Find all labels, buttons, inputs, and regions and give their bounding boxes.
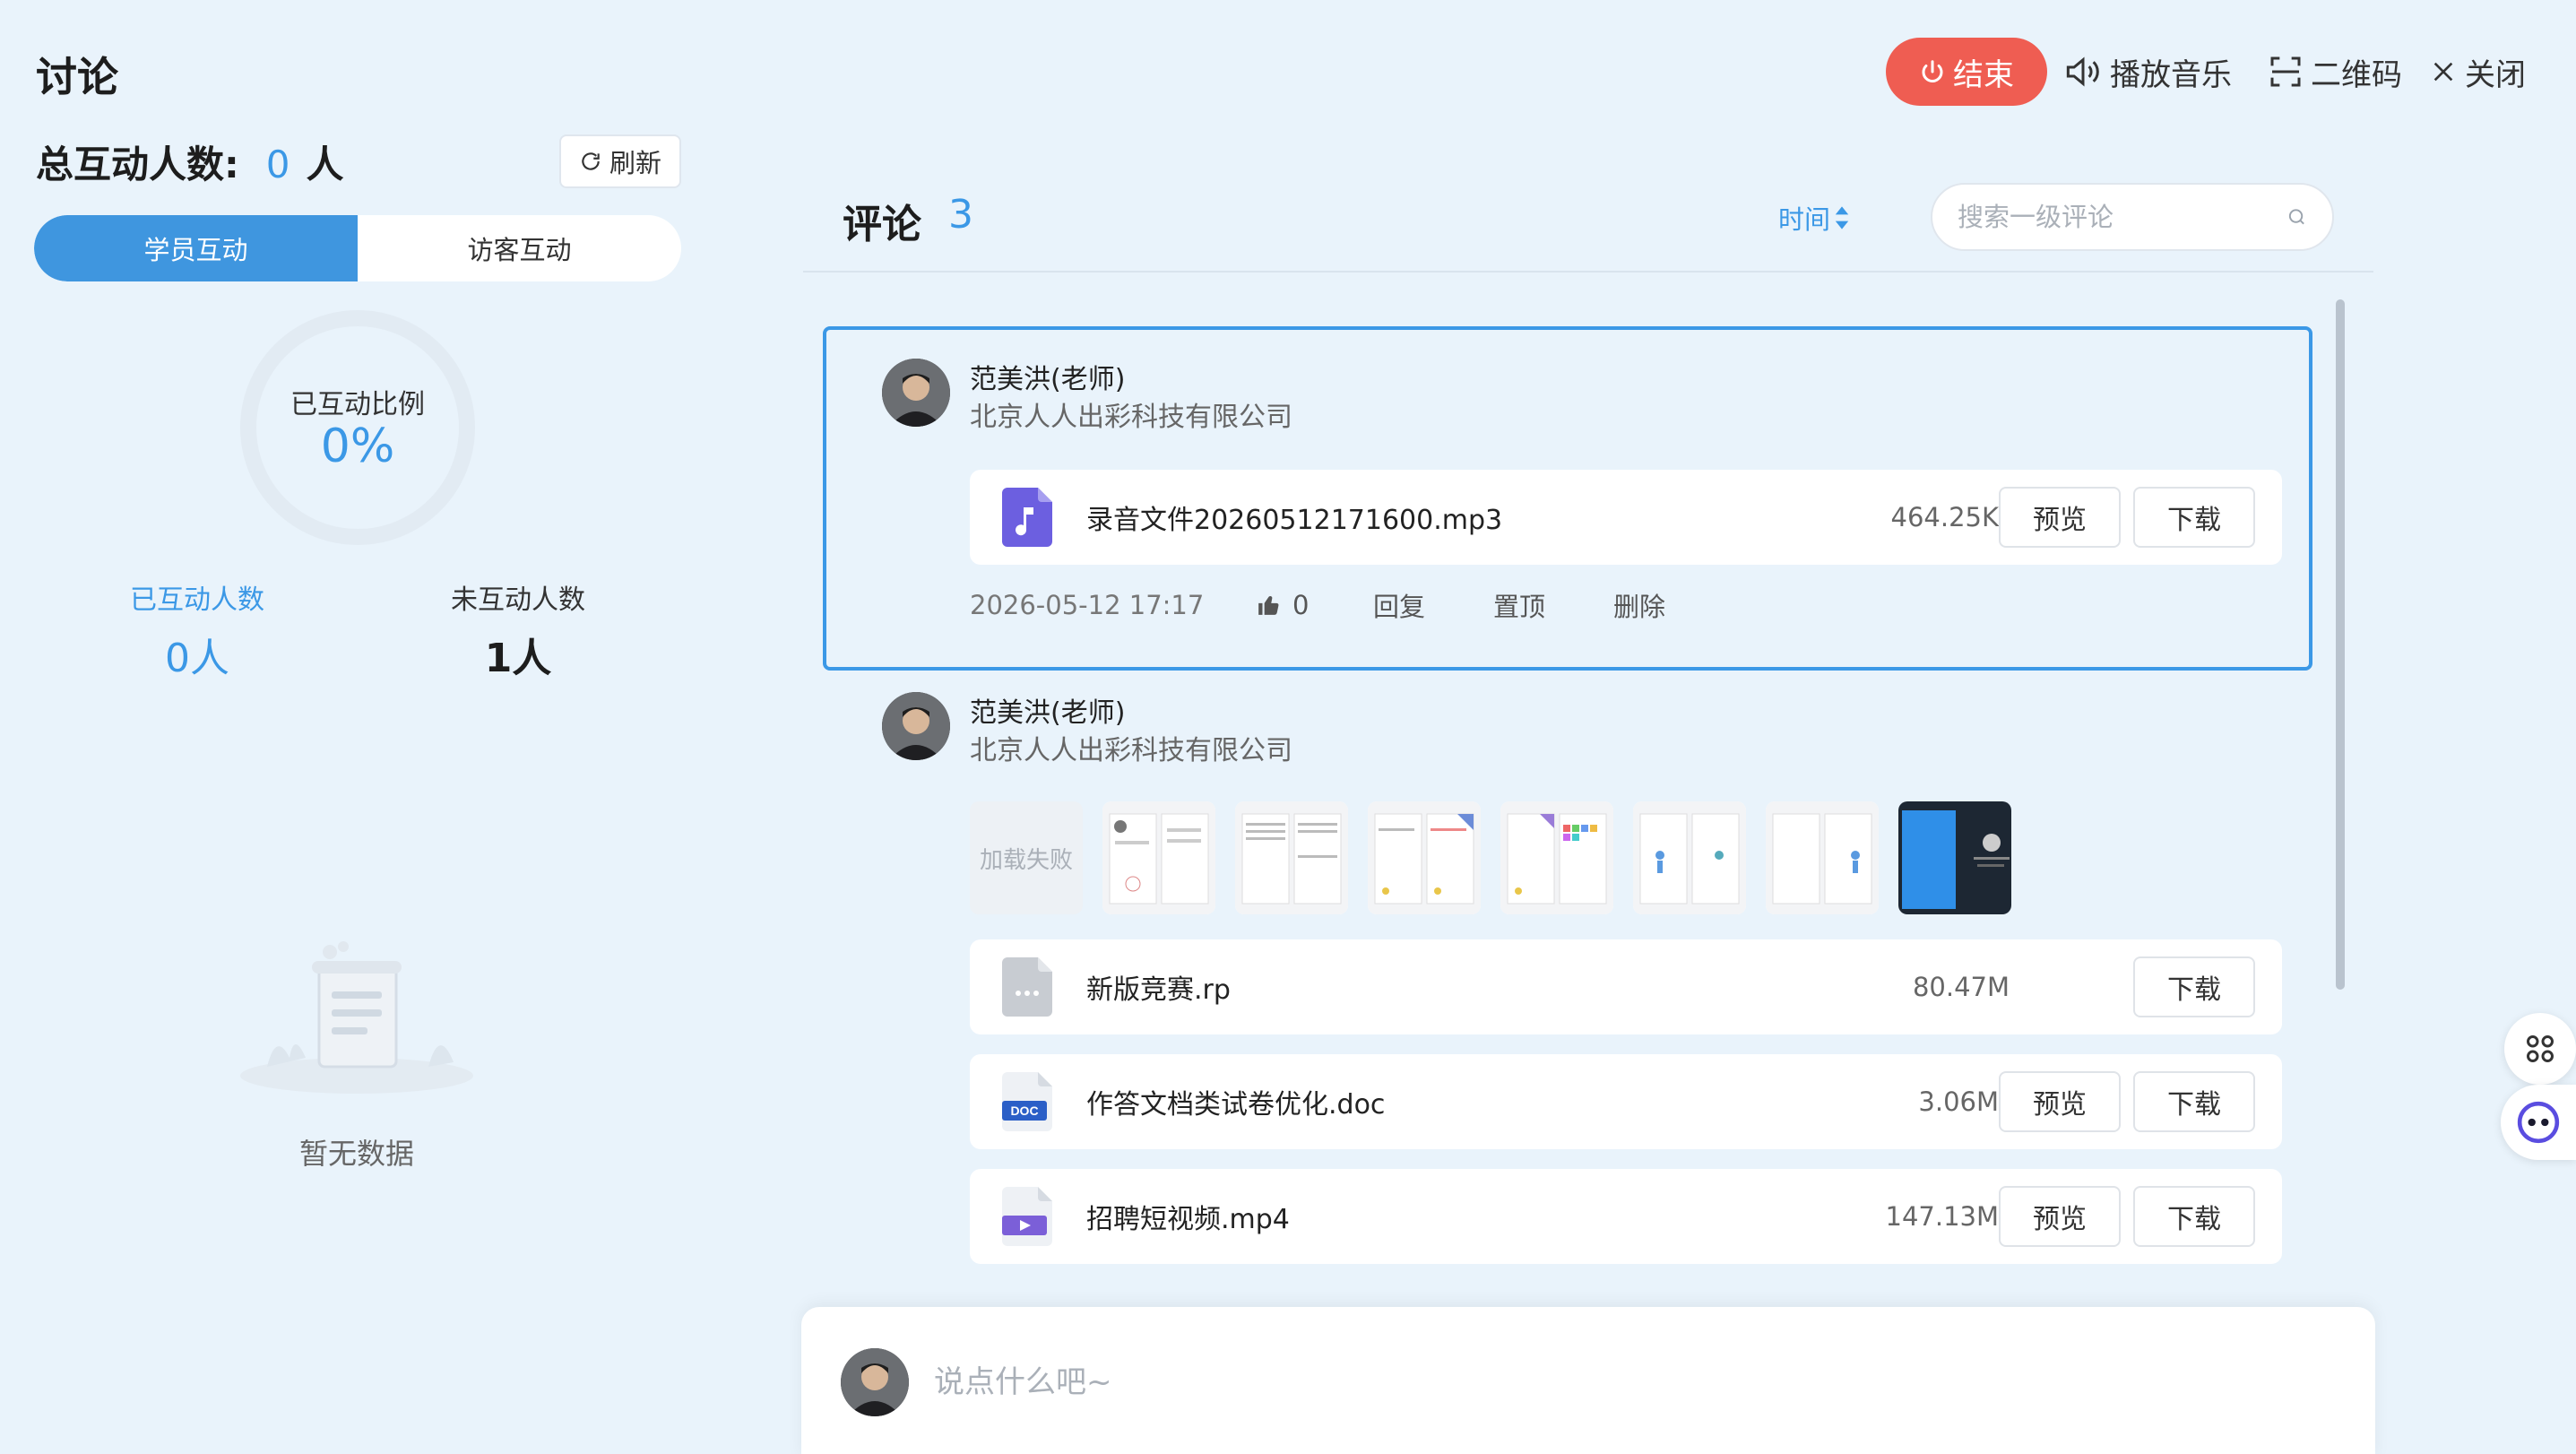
qr-code-label: 二维码 bbox=[2311, 56, 2402, 93]
attachment-row: 招聘短视频.mp4 147.13M 预览 下载 bbox=[970, 1169, 2282, 1264]
total-interaction-value: 0 bbox=[265, 143, 290, 186]
avatar bbox=[882, 359, 950, 427]
download-button[interactable]: 下载 bbox=[2133, 956, 2255, 1017]
play-music-label: 播放音乐 bbox=[2110, 56, 2232, 93]
music-file-icon bbox=[1002, 488, 1052, 547]
interacted-stat: 已互动人数 0人 bbox=[90, 577, 305, 683]
sort-icon bbox=[1835, 206, 1849, 229]
close-icon bbox=[2433, 62, 2453, 82]
not-interacted-stat: 未互动人数 1人 bbox=[411, 577, 626, 683]
not-interacted-label: 未互动人数 bbox=[451, 584, 585, 616]
tab-visitor-interaction[interactable]: 访客互动 bbox=[358, 215, 681, 281]
download-button[interactable]: 下载 bbox=[2133, 1186, 2255, 1247]
empty-data-text: 暂无数据 bbox=[298, 1137, 414, 1171]
close-button[interactable]: 关闭 bbox=[2429, 50, 2526, 93]
image-thumbnail[interactable] bbox=[1500, 801, 1613, 914]
sort-label: 时间 bbox=[1778, 204, 1831, 235]
qr-code-button[interactable]: 二维码 bbox=[2268, 50, 2402, 93]
attachment-row: 新版竞赛.rp 80.47M 下载 bbox=[970, 939, 2282, 1034]
refresh-button[interactable]: 刷新 bbox=[559, 134, 681, 188]
empty-data-illustration bbox=[240, 941, 473, 1094]
preview-button[interactable]: 预览 bbox=[1999, 487, 2121, 548]
speaker-icon bbox=[2066, 56, 2099, 87]
preview-button[interactable]: 预览 bbox=[1999, 1186, 2121, 1247]
doc-file-icon: DOC bbox=[1002, 1072, 1052, 1131]
refresh-icon bbox=[582, 152, 600, 170]
attachment-name: 招聘短视频.mp4 bbox=[1086, 1204, 1290, 1235]
comment-time: 2026-05-12 17:17 bbox=[970, 590, 1205, 620]
comment-input[interactable] bbox=[934, 1357, 2278, 1407]
grid-icon bbox=[2527, 1035, 2554, 1062]
avatar bbox=[882, 692, 950, 760]
download-button[interactable]: 下载 bbox=[2133, 1071, 2255, 1132]
reply-button[interactable]: 回复 bbox=[1373, 586, 1425, 624]
comments-count: 3 bbox=[948, 192, 973, 238]
comment-author: 范美洪(老师) bbox=[970, 364, 1126, 395]
search-input[interactable] bbox=[1958, 202, 2286, 232]
preview-button[interactable]: 预览 bbox=[1999, 1071, 2121, 1132]
interacted-value: 0人 bbox=[165, 636, 229, 681]
tab-student-interaction[interactable]: 学员互动 bbox=[34, 215, 358, 281]
download-button[interactable]: 下载 bbox=[2133, 487, 2255, 548]
delete-button[interactable]: 删除 bbox=[1613, 586, 1665, 624]
interaction-tabs: 学员互动 访客互动 bbox=[34, 215, 681, 281]
search-icon[interactable] bbox=[2286, 203, 2307, 230]
image-thumbnail[interactable] bbox=[1102, 801, 1215, 914]
attachment-size: 80.47M bbox=[1912, 972, 2010, 1002]
comment-org: 北京人人出彩科技有限公司 bbox=[970, 402, 1292, 433]
image-thumbnail[interactable] bbox=[1235, 801, 1348, 914]
end-label: 结束 bbox=[1953, 56, 2014, 93]
image-thumbnail[interactable] bbox=[1766, 801, 1879, 914]
assistant-button[interactable] bbox=[2501, 1085, 2576, 1160]
attachment-row: 录音文件20260512171600.mp3 464.25K 预览 下载 bbox=[970, 470, 2282, 565]
image-thumbnail-failed[interactable]: 加载失败 bbox=[970, 801, 1083, 914]
attachment-name: 录音文件20260512171600.mp3 bbox=[1086, 505, 1503, 536]
scan-icon bbox=[2270, 56, 2301, 87]
robot-icon bbox=[2517, 1101, 2560, 1144]
attachment-name: 作答文档类试卷优化.doc bbox=[1086, 1089, 1386, 1121]
total-interaction-count: 总互动人数: 0 人 bbox=[36, 134, 344, 189]
attachment-size: 147.13M bbox=[1885, 1201, 2000, 1232]
image-thumbnails: 加载失败 bbox=[970, 801, 2011, 914]
comment-org: 北京人人出彩科技有限公司 bbox=[970, 735, 1292, 766]
total-interaction-unit: 人 bbox=[306, 143, 344, 186]
svg-text:DOC: DOC bbox=[1010, 1103, 1038, 1118]
apps-button[interactable] bbox=[2504, 1013, 2576, 1085]
image-thumbnail[interactable] bbox=[1898, 801, 2011, 914]
pin-button[interactable]: 置顶 bbox=[1493, 586, 1545, 624]
refresh-label: 刷新 bbox=[609, 148, 661, 178]
comment-composer bbox=[801, 1307, 2375, 1454]
comment-author: 范美洪(老师) bbox=[970, 697, 1126, 729]
like-count: 0 bbox=[1292, 590, 1310, 620]
comment-list-scrollbar[interactable] bbox=[2336, 299, 2345, 990]
end-button[interactable]: 结束 bbox=[1886, 38, 2047, 106]
attachment-size: 464.25K bbox=[1890, 502, 2000, 532]
page-title: 讨论 bbox=[36, 53, 118, 101]
image-thumbnail[interactable] bbox=[1368, 801, 1481, 914]
interaction-ratio-label: 已互动比例 bbox=[290, 389, 425, 420]
like-button[interactable]: 0 bbox=[1257, 590, 1373, 620]
close-label: 关闭 bbox=[2465, 56, 2526, 93]
attachment-row: DOC 作答文档类试卷优化.doc 3.06M 预览 下载 bbox=[970, 1054, 2282, 1149]
attachment-size: 3.06M bbox=[1918, 1086, 1999, 1117]
comment-meta: 2026-05-12 17:17 0 回复 置顶 删除 bbox=[970, 586, 1733, 624]
comment-search bbox=[1931, 183, 2334, 251]
power-icon bbox=[1922, 60, 1943, 83]
avatar bbox=[841, 1348, 909, 1416]
image-thumbnail[interactable] bbox=[1633, 801, 1746, 914]
interacted-label: 已互动人数 bbox=[130, 584, 264, 616]
generic-file-icon bbox=[1002, 957, 1052, 1017]
sort-by-time[interactable]: 时间 bbox=[1778, 199, 1850, 237]
play-music-button[interactable]: 播放音乐 bbox=[2063, 50, 2232, 93]
comments-title: 评论 bbox=[843, 202, 921, 247]
total-interaction-label: 总互动人数: bbox=[36, 143, 239, 186]
interaction-ratio-value: 0% bbox=[320, 420, 395, 473]
thumbs-up-icon bbox=[1258, 596, 1279, 615]
comment-list: 范美洪(老师) 北京人人出彩科技有限公司 录音文件20260512171600.… bbox=[803, 273, 2373, 1300]
not-interacted-value: 1人 bbox=[484, 636, 552, 681]
attachment-name: 新版竞赛.rp bbox=[1086, 974, 1231, 1006]
video-file-icon bbox=[1002, 1187, 1052, 1246]
